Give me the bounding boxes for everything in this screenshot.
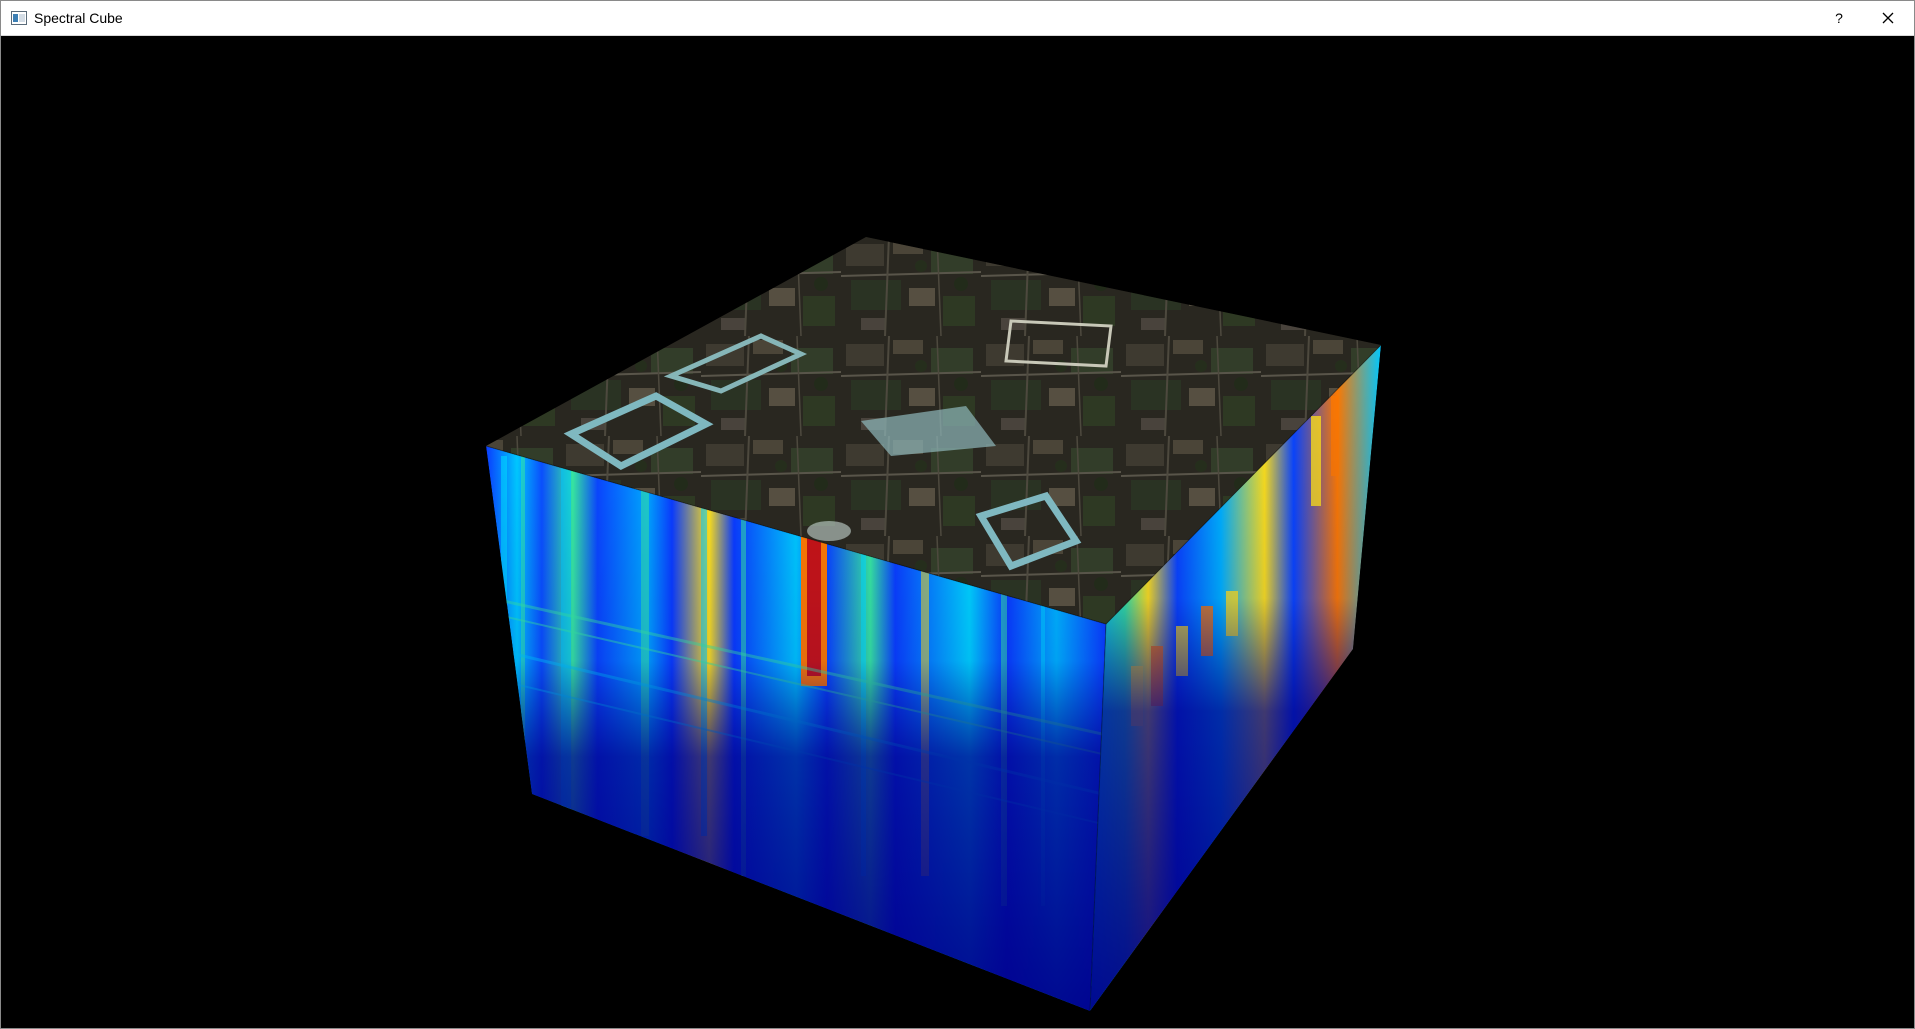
close-button[interactable]	[1865, 1, 1911, 35]
spectral-cube-scene[interactable]	[1, 36, 1914, 1028]
app-window-icon	[11, 11, 27, 25]
question-mark-icon: ?	[1835, 10, 1843, 26]
app-window: Spectral Cube ?	[0, 0, 1915, 1029]
title-bar[interactable]: Spectral Cube ?	[1, 1, 1914, 36]
help-button[interactable]: ?	[1816, 1, 1862, 35]
close-icon	[1882, 12, 1894, 24]
3d-viewport[interactable]	[1, 36, 1914, 1028]
window-title: Spectral Cube	[34, 10, 123, 26]
